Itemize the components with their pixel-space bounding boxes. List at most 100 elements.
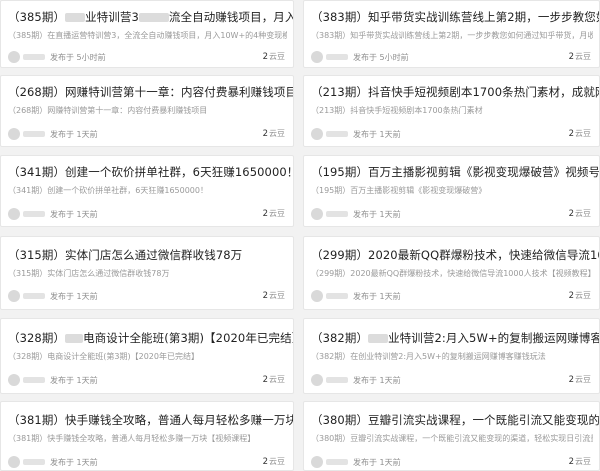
author-name-blurred[interactable] (23, 459, 45, 465)
post-card[interactable]: （382期） 业特训营2:月入5W+的复制搬运网赚博客赚钱玩法 （382期）在创业… (303, 318, 600, 394)
author-name-blurred[interactable] (23, 377, 45, 383)
post-title-rest: 业特训营2:月入5W+的复制搬运网赚博客赚钱玩法 (388, 331, 599, 345)
price-badge: 2云豆 (263, 51, 285, 62)
redacted-blur (138, 13, 169, 22)
post-card[interactable]: （341期）创建一个砍价拼单社群，6天狂赚1650000！ （341期）创建一个… (0, 155, 294, 227)
redacted-blur (65, 334, 84, 343)
price-badge: 2云豆 (263, 128, 285, 139)
post-card[interactable]: （299期）2020最新QQ群爆粉技术，快速给微信导流1000人技术 （299期… (303, 236, 600, 310)
post-title[interactable]: （383期）知乎带货实战训练营线上第2期，一步步教您如何通过知 (311, 9, 599, 25)
post-title[interactable]: （380期）豆瓣引流实战课程，一个既能引流又能变现的渠道，轻松 (311, 412, 599, 428)
price-unit: 云豆 (575, 375, 591, 384)
post-card[interactable]: （383期）知乎带货实战训练营线上第2期，一步步教您如何通过知 （383期）知乎… (303, 0, 600, 68)
post-description: （195期）百万主播影视剪辑《影视变现爆破营》 (311, 186, 487, 195)
author-name-blurred[interactable] (326, 131, 348, 137)
post-meta: 发布于 5小时前 2云豆 (8, 50, 287, 64)
price-value: 2 (262, 291, 268, 301)
post-time: 发布于 1天前 (353, 292, 401, 301)
post-time: 发布于 1天前 (50, 292, 98, 301)
post-title[interactable]: （299期）2020最新QQ群爆粉技术，快速给微信导流1000人技术 (311, 247, 599, 263)
price-unit: 云豆 (575, 129, 591, 138)
post-meta: 发布于 1天前 2云豆 (311, 127, 593, 141)
post-meta: 发布于 5小时前 2云豆 (311, 50, 593, 64)
price-value: 2 (262, 209, 268, 219)
price-value: 2 (262, 52, 268, 62)
author-name-blurred[interactable] (326, 293, 348, 299)
avatar[interactable] (8, 51, 20, 63)
price-unit: 云豆 (269, 375, 285, 384)
post-title[interactable]: （382期） 业特训营2:月入5W+的复制搬运网赚博客赚钱玩法 (311, 330, 599, 346)
avatar[interactable] (311, 208, 323, 220)
post-card[interactable]: （195期）百万主播影视剪辑《影视变现爆破营》视频号6大维度， （195期）百万… (303, 155, 600, 227)
post-time: 发布于 5小时前 (50, 53, 106, 62)
price-badge: 2云豆 (569, 290, 591, 301)
post-title[interactable]: （381期）快手赚钱全攻略，普通人每月轻松多赚一万块【视频课 (8, 412, 293, 428)
price-unit: 云豆 (269, 291, 285, 300)
post-card[interactable]: （385期） 业特训营3 流全自动赚钱项目，月入 （385期）在直播运营特训营3，全… (0, 0, 294, 68)
post-title-suffix: 流全自动赚钱项目，月入 (168, 10, 293, 24)
post-description: （299期）2020最新QQ群爆粉技术，快速给微信导流1000人技术【视频教程】 (311, 269, 593, 278)
price-badge: 2云豆 (569, 208, 591, 219)
post-card[interactable]: （380期）豆瓣引流实战课程，一个既能引流又能变现的渠道，轻松 （380期）豆瓣… (303, 401, 600, 471)
post-title-rest: 电商设计全能班(第3期)【2020年已完结】57.06GB (83, 331, 293, 345)
avatar[interactable] (311, 456, 323, 468)
avatar[interactable] (8, 290, 20, 302)
post-card[interactable]: （328期） 电商设计全能班(第3期)【2020年已完结】57.06GB （328… (0, 318, 294, 394)
author-name-blurred[interactable] (326, 459, 348, 465)
post-card[interactable]: （268期）网赚特训营第十一章：内容付费暴利赚钱项目 （268期）网赚特训营第十… (0, 75, 294, 147)
post-title[interactable]: （341期）创建一个砍价拼单社群，6天狂赚1650000！ (8, 164, 293, 180)
price-badge: 2云豆 (263, 208, 285, 219)
post-meta: 发布于 1天前 2云豆 (8, 455, 287, 469)
author-name-blurred[interactable] (326, 54, 348, 60)
price-value: 2 (262, 375, 268, 385)
avatar[interactable] (311, 374, 323, 386)
post-card[interactable]: （315期）实体门店怎么通过微信群收钱78万 （315期）实体门店怎么通过微信群… (0, 236, 294, 310)
post-description: （382期）在创业特训营2:月入5W+的复制搬运网赚博客赚钱玩法 (311, 352, 546, 361)
avatar[interactable] (8, 374, 20, 386)
avatar[interactable] (311, 128, 323, 140)
post-grid: （385期） 业特训营3 流全自动赚钱项目，月入 （385期）在直播运营特训营3，全… (0, 0, 600, 471)
post-description: （268期）网赚特训营第十一章：内容付费暴利赚钱项目 (8, 106, 208, 115)
post-title[interactable]: （315期）实体门店怎么通过微信群收钱78万 (8, 247, 293, 263)
post-time: 发布于 1天前 (353, 210, 401, 219)
post-card[interactable]: （381期）快手赚钱全攻略，普通人每月轻松多赚一万块【视频课 （381期）快手赚… (0, 401, 294, 471)
author-name-blurred[interactable] (23, 293, 45, 299)
price-value: 2 (568, 52, 574, 62)
avatar[interactable] (8, 128, 20, 140)
author-name-blurred[interactable] (23, 54, 45, 60)
post-time: 发布于 1天前 (50, 130, 98, 139)
price-unit: 云豆 (269, 129, 285, 138)
post-title[interactable]: （385期） 业特训营3 流全自动赚钱项目，月入 (8, 9, 293, 25)
post-meta: 发布于 1天前 2云豆 (311, 455, 593, 469)
post-title-prefix: （385期） (8, 10, 66, 24)
price-badge: 2云豆 (569, 374, 591, 385)
price-value: 2 (568, 291, 574, 301)
post-title[interactable]: （213期）抖音快手短视频剧本1700条热门素材，成就网红之路 (311, 84, 599, 100)
post-time: 发布于 1天前 (50, 210, 98, 219)
price-value: 2 (262, 457, 268, 467)
price-unit: 云豆 (269, 209, 285, 218)
avatar[interactable] (311, 290, 323, 302)
avatar[interactable] (8, 208, 20, 220)
price-badge: 2云豆 (263, 456, 285, 467)
author-name-blurred[interactable] (326, 211, 348, 217)
post-title[interactable]: （195期）百万主播影视剪辑《影视变现爆破营》视频号6大维度， (311, 164, 599, 180)
author-name-blurred[interactable] (326, 377, 348, 383)
price-badge: 2云豆 (569, 51, 591, 62)
author-name-blurred[interactable] (23, 211, 45, 217)
post-title-prefix: （382期） (311, 331, 369, 345)
post-meta: 发布于 1天前 2云豆 (8, 373, 287, 387)
avatar[interactable] (311, 51, 323, 63)
post-time: 发布于 5小时前 (353, 53, 409, 62)
post-time: 发布于 1天前 (353, 458, 401, 467)
post-meta: 发布于 1天前 2云豆 (311, 207, 593, 221)
price-unit: 云豆 (269, 52, 285, 61)
author-name-blurred[interactable] (23, 131, 45, 137)
post-card[interactable]: （213期）抖音快手短视频剧本1700条热门素材，成就网红之路 （213期）抖音… (303, 75, 600, 147)
avatar[interactable] (8, 456, 20, 468)
post-title[interactable]: （328期） 电商设计全能班(第3期)【2020年已完结】57.06GB (8, 330, 293, 346)
redacted-blur (65, 13, 86, 22)
post-title[interactable]: （268期）网赚特训营第十一章：内容付费暴利赚钱项目 (8, 84, 293, 100)
post-description: （380期）豆瓣引流实战课程，一个既能引流又能变现的渠道，轻松实现日引流量100… (311, 434, 593, 443)
post-time: 发布于 1天前 (50, 376, 98, 385)
